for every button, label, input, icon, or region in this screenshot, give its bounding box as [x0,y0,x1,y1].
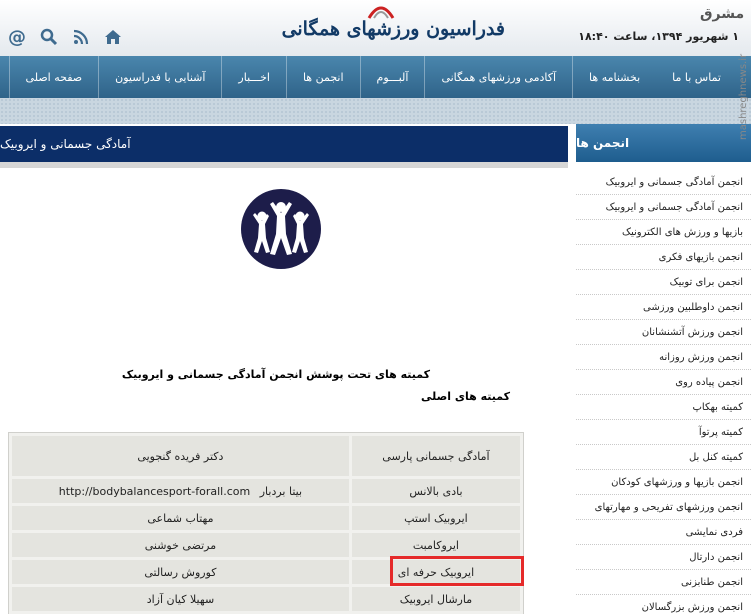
search-icon[interactable] [38,26,60,48]
nav-item-about[interactable]: آشنایی با فدراسیون [98,56,221,98]
nav-item-home[interactable]: صفحه اصلی [8,56,99,98]
sidebar-item[interactable]: انجمن طنابزنی [576,570,751,595]
sidebar-item[interactable]: انجمن برای توبیک [576,270,751,295]
sidebar-item[interactable]: انجمن بازیهای فکری [576,245,751,270]
table-row: سهیلا کیان آزاد مارشال ایروبیک [12,587,520,611]
nav-item-circulars[interactable]: بخشنامه ها [572,56,656,98]
person-cell: دکتر فریده گنجویی [12,436,349,476]
committee-cell: مارشال ایروبیک [351,587,520,611]
committee-cell: ایروکامبت [351,533,520,557]
sidebar-item[interactable]: کمیته کنل بل [576,445,751,470]
nav-item-album[interactable]: آلبـــوم [359,56,425,98]
person-cell: مرتضی خوشنی [12,533,349,557]
side-watermark: mashreghnews.ir [738,53,749,140]
committee-cell: بادی بالانس [351,479,520,503]
table-row: http://bodybalancesport-forall.com بیتا … [12,479,520,503]
site-logo[interactable]: فدراسیون ورزشهای همگانی [281,2,505,54]
person-cell: مهتاب شماعی [12,506,349,530]
watermark: مشرق [700,6,745,22]
nav-item-news[interactable]: اخـــبار [221,56,286,98]
committee-cell: ایروبیک استپ [351,506,520,530]
committee-cell: آمادگی جسمانی پارسی [351,436,520,476]
title-divider [0,162,568,168]
associations-sidebar: انجمن ها انجمن آمادگی جسمانی و ایروبیک ا… [576,124,751,614]
sidebar-item[interactable]: انجمن ورزش آتشنشانان [576,320,751,345]
person-name: بیتا بردبار [259,484,303,498]
sidebar-item[interactable]: بازیها و ورزش های الکترونیک [576,220,751,245]
content-title: آمادگی جسمانی و ایروبیک [0,126,568,162]
table-row: کوروش رسالتی ایروبیک حرفه ای [12,560,520,584]
sidebar-item[interactable]: انجمن داوطلبین ورزشی [576,295,751,320]
header-icons: @ [6,26,124,48]
sidebar-item[interactable]: کمیته بهکاپ [576,395,751,420]
site-header: @ فدراسیون ورزشهای همگانی ۱ شهریور ۱۳۹۴،… [0,0,751,56]
sidebar-item[interactable]: انجمن ورزشهای تفریحی و مهارتهای [576,495,751,520]
sidebar-item[interactable]: انجمن پیاده روی [576,370,751,395]
rss-icon[interactable] [70,26,92,48]
sidebar-item[interactable]: انجمن دارتال [576,545,751,570]
sidebar-item[interactable]: انجمن بازیها و ورزشهای کودکان [576,470,751,495]
page-root: @ فدراسیون ورزشهای همگانی ۱ شهریور ۱۳۹۴،… [0,0,751,614]
home-icon[interactable] [102,26,124,48]
decorative-band [0,98,751,124]
sidebar-item[interactable]: کمیته پرتوآ [576,420,751,445]
person-cell: سهیلا کیان آزاد [12,587,349,611]
date-time: ۱ شهریور ۱۳۹۴، ساعت ۱۸:۴۰ [578,30,739,43]
sidebar-title: انجمن ها [576,124,751,162]
nav-item-contact[interactable]: تماس با ما [656,56,737,98]
committees-table: دکتر فریده گنجویی آمادگی جسمانی پارسی ht… [8,432,524,614]
sidebar-list: انجمن آمادگی جسمانی و ایروبیک انجمن آماد… [576,170,751,614]
table-row: مرتضی خوشنی ایروکامبت [12,533,520,557]
nav-item-academy[interactable]: آکادمی ورزشهای همگانی [424,56,572,98]
at-icon[interactable]: @ [6,26,28,48]
sidebar-item[interactable]: انجمن ورزش روزانه [576,345,751,370]
sidebar-item[interactable]: انجمن آمادگی جسمانی و ایروبیک [576,170,751,195]
committee-website-link[interactable]: http://bodybalancesport-forall.com [59,485,250,498]
site-title: فدراسیون ورزشهای همگانی [281,18,505,40]
nav-item-associations[interactable]: انجمن ها [285,56,360,98]
committees-heading: کمیته های تحت پوشش انجمن آمادگی جسمانی و… [121,368,430,381]
table-row: دکتر فریده گنجویی آمادگی جسمانی پارسی [12,436,520,476]
fitness-association-logo-icon [241,189,321,269]
table-row: مهتاب شماعی ایروبیک استپ [12,506,520,530]
sidebar-item[interactable]: انجمن آمادگی جسمانی و ایروبیک [576,195,751,220]
person-cell: http://bodybalancesport-forall.com بیتا … [12,479,349,503]
person-cell: کوروش رسالتی [12,560,349,584]
sidebar-item[interactable]: فردی نمایشی [576,520,751,545]
main-committees-subheading: کمیته های اصلی [421,390,510,403]
committee-cell: ایروبیک حرفه ای [351,560,520,584]
main-nav: صفحه اصلی آشنایی با فدراسیون اخـــبار ان… [0,56,751,98]
sidebar-item[interactable]: انجمن ورزش بزرگسالان [576,595,751,614]
